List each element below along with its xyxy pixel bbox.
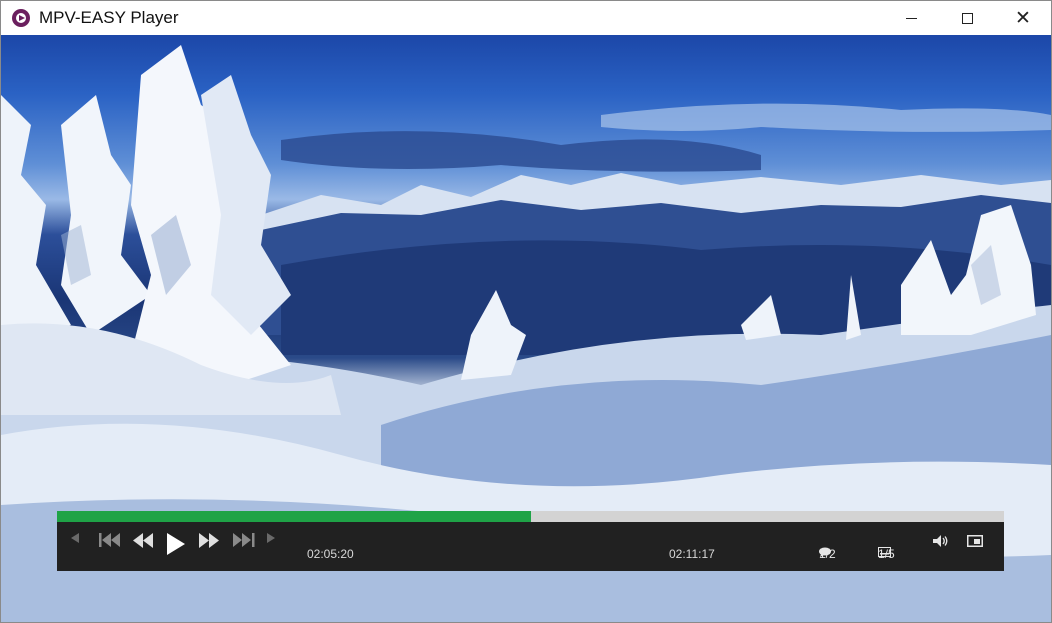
rewind-button[interactable] [133, 533, 157, 553]
skip-to-start-button[interactable] [99, 533, 123, 553]
minimize-icon [905, 17, 917, 19]
skip-to-end-icon [233, 533, 255, 547]
progress-fill [57, 511, 531, 522]
fast-forward-icon [199, 533, 219, 548]
volume-icon [933, 535, 948, 547]
subtitle-box-icon [878, 547, 891, 557]
total-time: 02:11:17 [669, 547, 715, 561]
speech-bubble-icon [819, 547, 831, 557]
volume-button[interactable] [933, 535, 953, 555]
control-bar: 02:05:20 02:11:17 1/2 1/5 [57, 511, 1004, 571]
skip-to-start-icon [99, 533, 120, 547]
window-title: MPV-EASY Player [39, 8, 179, 27]
video-area[interactable]: 02:05:20 02:11:17 1/2 1/5 [1, 35, 1051, 622]
audio-track-button[interactable]: 1/5 [878, 547, 895, 561]
skip-to-end-button[interactable] [233, 533, 257, 553]
fullscreen-icon [967, 535, 983, 547]
player-window: MPV-EASY Player ✕ 02:05:20 02:11:17 1/5 [0, 0, 1052, 623]
fullscreen-button[interactable] [967, 535, 987, 555]
maximize-button[interactable] [939, 1, 995, 35]
prev-chapter-button[interactable] [71, 533, 83, 553]
current-time: 02:05:20 [307, 547, 354, 561]
small-right-triangle-icon [267, 533, 275, 543]
close-icon: ✕ [1015, 7, 1031, 29]
play-button[interactable] [167, 533, 191, 555]
mpv-logo-icon [12, 9, 30, 27]
rewind-icon [133, 533, 153, 548]
progress-bar[interactable] [57, 511, 1004, 522]
next-chapter-button[interactable] [267, 533, 279, 553]
play-icon [167, 533, 185, 555]
close-button[interactable]: ✕ [995, 1, 1051, 35]
minimize-button[interactable] [883, 1, 939, 35]
window-controls: ✕ [883, 1, 1051, 35]
small-left-triangle-icon [71, 533, 79, 543]
title-bar[interactable]: MPV-EASY Player ✕ [1, 1, 1051, 35]
maximize-icon [961, 12, 973, 24]
subtitle-track-button[interactable]: 1/2 [819, 547, 836, 561]
fast-forward-button[interactable] [199, 533, 223, 553]
